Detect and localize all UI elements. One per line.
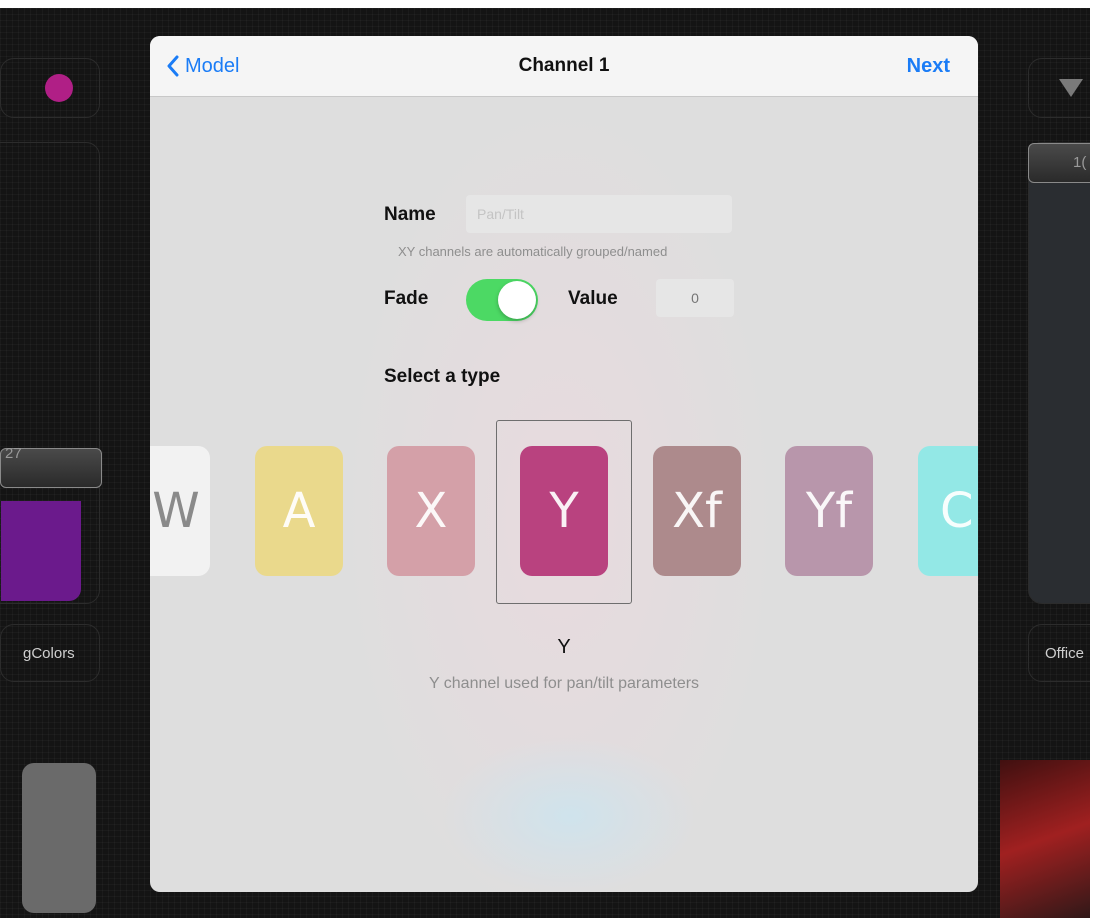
type-tile-xf[interactable]: Xf	[653, 446, 741, 576]
type-carousel[interactable]: W A X Y Xf Yf C	[150, 416, 978, 616]
bg-color-button[interactable]	[0, 58, 100, 118]
bg-scene-label: gColors	[23, 645, 75, 662]
bg-fader-right-handle[interactable]: 1(	[1028, 143, 1090, 183]
type-tile-label: Yf	[805, 483, 853, 539]
name-hint: XY channels are automatically grouped/na…	[398, 244, 668, 259]
bg-color-dot	[45, 74, 73, 102]
type-heading: Select a type	[384, 366, 501, 387]
type-tile-label: C	[940, 483, 974, 539]
bg-fader-right[interactable]	[1028, 142, 1090, 604]
toggle-knob	[498, 281, 536, 319]
bg-photo-tile[interactable]	[1000, 760, 1090, 918]
type-tile-label: X	[414, 483, 448, 539]
bg-scene-label-right: Office	[1045, 645, 1084, 662]
fade-label: Fade	[384, 288, 429, 309]
type-tile-y[interactable]: Y	[520, 446, 608, 576]
value-input[interactable]	[656, 279, 734, 317]
type-tile-label: W	[152, 483, 200, 539]
type-tile-yf[interactable]: Yf	[785, 446, 873, 576]
type-tile-label: A	[282, 483, 316, 539]
bg-scene-button[interactable]: gColors	[0, 624, 100, 682]
bg-fader-left[interactable]	[0, 142, 100, 604]
bg-dropdown-icon	[1059, 79, 1083, 97]
name-label: Name	[384, 204, 436, 225]
screen: 27 gColors 1( Office Model Channel 1 Nex…	[0, 0, 1099, 918]
type-tile-a[interactable]: A	[255, 446, 343, 576]
selected-type-name: Y	[557, 636, 571, 658]
modal-glow	[440, 736, 700, 892]
bg-fader-value: 27	[5, 445, 22, 462]
value-label: Value	[568, 288, 618, 309]
bg-fader-handle[interactable]: 27	[0, 445, 102, 488]
bg-dropdown[interactable]	[1028, 58, 1090, 118]
type-tile-label: Y	[549, 483, 579, 539]
bg-fader-right-value: 1(	[1073, 154, 1087, 171]
navigation-bar: Model Channel 1 Next	[150, 36, 978, 97]
next-button[interactable]: Next	[907, 55, 950, 78]
channel-modal: Model Channel 1 Next Name XY channels ar…	[150, 36, 978, 892]
type-tile-w[interactable]: W	[150, 446, 210, 576]
type-tile-label: Xf	[672, 483, 722, 539]
name-input[interactable]	[466, 195, 732, 233]
fade-toggle[interactable]	[466, 279, 538, 321]
type-tile-x[interactable]: X	[387, 446, 475, 576]
bg-scene-button-right[interactable]: Office	[1028, 624, 1090, 682]
selected-type-description: Y channel used for pan/tilt parameters	[428, 675, 700, 692]
type-tile-c[interactable]: C	[918, 446, 978, 576]
bg-fader-fill	[1, 501, 81, 601]
page-title: Channel 1	[518, 55, 610, 76]
bg-lock-tile[interactable]	[22, 763, 96, 913]
